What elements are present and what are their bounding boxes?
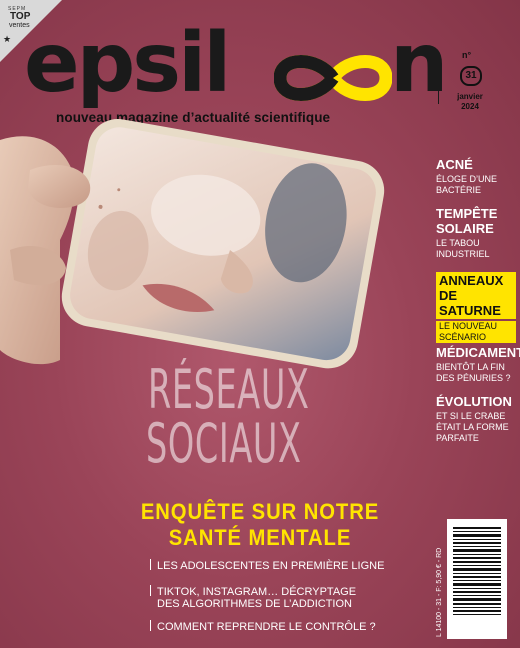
masthead-divider <box>438 52 439 104</box>
barcode-code: L 14100 - 31 - F: 5,90 € - RD <box>436 548 443 637</box>
bullet-item-continued: DES ALGORITHMES DE L’ADDICTION <box>157 598 352 611</box>
teaser-tempete-solaire: TEMPÊTE SOLAIRE LE TABOU INDUSTRIEL <box>436 206 516 260</box>
bullet-text: COMMENT REPRENDRE LE CONTRÔLE ? <box>157 621 376 633</box>
bullet-item: LES ADOLESCENTES EN PREMIÈRE LIGNE <box>150 559 384 573</box>
teaser-medicaments: MÉDICAMENTS BIENTÔT LA FIN DES PÉNURIES … <box>436 345 520 384</box>
magazine-cover: SEPM TOP ventes ★ epsil n nouveau magazi… <box>0 0 520 648</box>
teaser-title: ACNÉ <box>436 157 473 172</box>
headline-line1: ENQUÊTE SUR NOTRE <box>140 499 380 524</box>
issue-year: 2024 <box>461 102 479 111</box>
logo-end: n <box>390 16 449 111</box>
barcode-lines <box>453 527 501 615</box>
cover-title-line2: SOCIAUX <box>146 412 302 475</box>
bullet-text: LES ADOLESCENTES EN PREMIÈRE LIGNE <box>157 560 385 572</box>
logo-start: epsil <box>24 16 231 111</box>
issue-number: 31 <box>460 66 482 86</box>
teaser-title: ÉVOLUTION <box>436 394 512 409</box>
teaser-anneaux-de-saturne: ANNEAUX DE SATURNE LE NOUVEAU SCÉNARIO <box>436 272 516 345</box>
teaser-title: MÉDICAMENTS <box>436 345 520 360</box>
star-icon: ★ <box>3 34 12 44</box>
bullet-item: COMMENT REPRENDRE LE CONTRÔLE ? <box>150 620 376 634</box>
bullet-item: TIKTOK, INSTAGRAM… DÉCRYPTAGE <box>150 585 356 599</box>
issue-date: janvier 2024 <box>452 92 488 112</box>
issue-month: janvier <box>457 92 483 101</box>
bullet-text: TIKTOK, INSTAGRAM… DÉCRYPTAGE <box>157 586 357 598</box>
headline-line2: SANTÉ MENTALE <box>168 525 352 550</box>
teaser-subtitle: ET SI LE CRABE ÉTAIT LA FORME PARFAITE <box>436 411 509 443</box>
infinity-logo-icon <box>274 55 392 101</box>
cover-title-line1: RÉSEAUX <box>148 358 310 421</box>
teaser-subtitle: LE TABOU INDUSTRIEL <box>436 238 490 259</box>
teaser-evolution: ÉVOLUTION ET SI LE CRABE ÉTAIT LA FORME … <box>436 394 516 444</box>
teaser-subtitle: BIENTÔT LA FIN DES PÉNURIES ? <box>436 362 511 383</box>
teaser-subtitle: LE NOUVEAU SCÉNARIO <box>436 321 516 343</box>
teaser-subtitle: ÉLOGE D’UNE BACTÉRIE <box>436 174 498 195</box>
bullet-text: DES ALGORITHMES DE L’ADDICTION <box>157 598 352 610</box>
teaser-title: ANNEAUX DE SATURNE <box>436 272 516 319</box>
teaser-title: TEMPÊTE SOLAIRE <box>436 206 498 236</box>
barcode-code-text: L 14100 - 31 - F: 5,90 € - RD <box>436 548 443 637</box>
barcode <box>447 519 507 639</box>
issue-prefix: n° <box>462 50 472 60</box>
teaser-acne: ACNÉ ÉLOGE D’UNE BACTÉRIE <box>436 157 516 196</box>
